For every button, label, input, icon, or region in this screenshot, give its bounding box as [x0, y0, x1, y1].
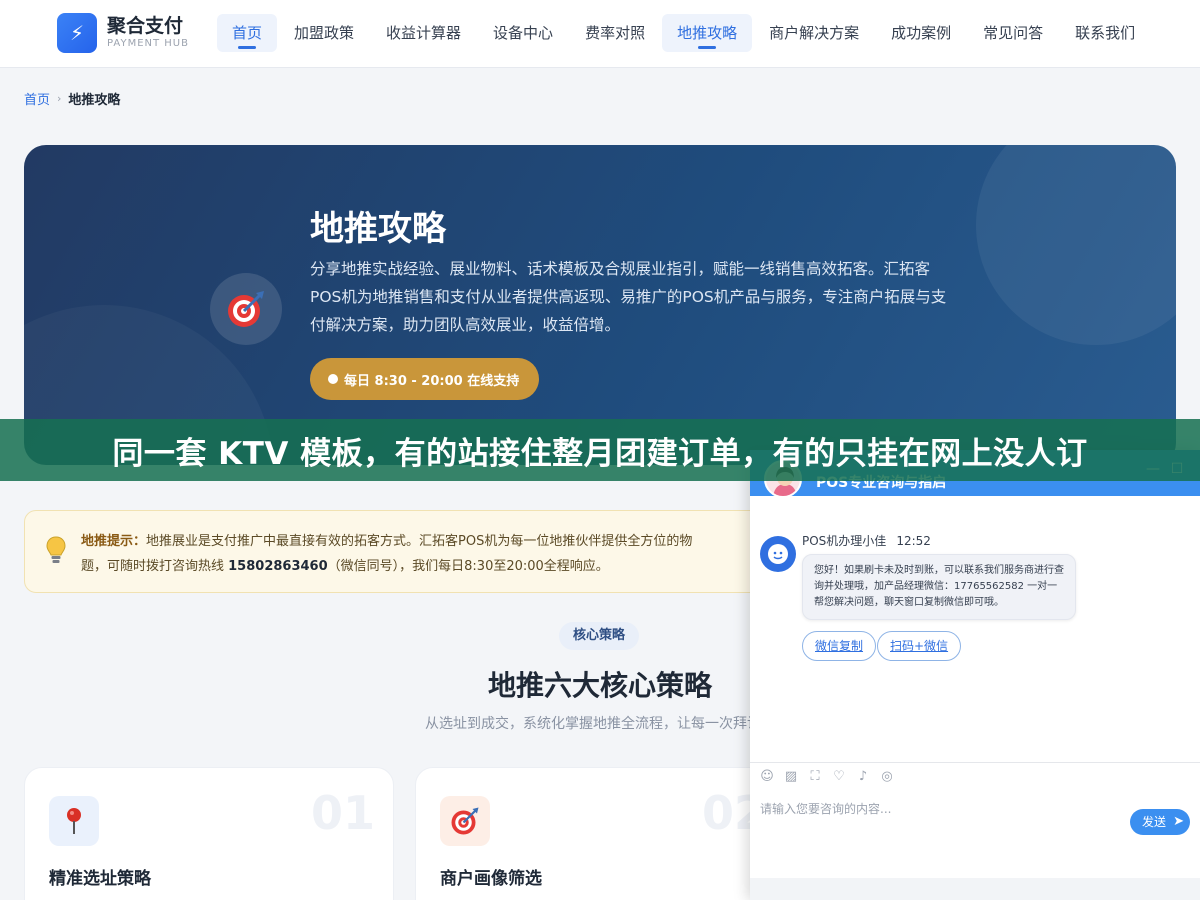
- agent-name: POS机办理小佳: [802, 534, 887, 548]
- chat-divider: [750, 762, 1200, 763]
- strategy-card[interactable]: 02 商户画像筛选: [415, 767, 785, 900]
- overlay-banner-text: 同一套 KTV 模板，有的站接住整月团建订单，有的只挂在网上没人订: [112, 435, 1088, 472]
- tip-body-line2: 题，可随时拨打咨询热线: [81, 559, 229, 574]
- site-header: ⚡ 聚合支付 PAYMENT HUB 首页 加盟政策 收益计算器 设备中心 费率对照 地推…: [0, 0, 1200, 68]
- hero-banner: 地推攻略 分享地推实战经验、展业物料、话术模板及合规展业指引，赋能一线销售高效拓…: [24, 145, 1176, 465]
- tip-text: 地推提示：地推展业是支付推广中最直接有效的拓客方式。汇拓客POS机为每一位地推伙…: [81, 529, 781, 579]
- chat-toolbar: ☺ ▨ ⛶ ♡ ♪ ◎: [760, 770, 904, 784]
- section-tag: 核心策略: [559, 622, 640, 650]
- send-button[interactable]: 发送 ➤: [1130, 809, 1190, 835]
- nav-item[interactable]: 成功案例: [876, 14, 966, 52]
- logo[interactable]: ⚡ 聚合支付 PAYMENT HUB: [57, 13, 189, 53]
- page-title: 地推攻略: [310, 209, 446, 249]
- send-label: 发送: [1142, 815, 1167, 829]
- copy-wechat-button[interactable]: 微信复制: [802, 631, 877, 661]
- tip-body: 地推展业是支付推广中最直接有效的拓客方式。汇拓客POS机为每一位地推伙伴提供全方…: [146, 534, 693, 549]
- breadcrumb-home[interactable]: 首页: [24, 89, 50, 108]
- agent-avatar-icon: [760, 536, 796, 572]
- scan-wechat-button[interactable]: 扫码+微信: [877, 631, 962, 661]
- support-hours-pill: 每日 8:30 - 20:00 在线支持: [310, 358, 540, 400]
- status-dot-icon: [328, 374, 338, 384]
- breadcrumb-separator: ›: [57, 92, 62, 105]
- pin-icon: [49, 796, 99, 846]
- target-icon: [440, 796, 490, 846]
- image-icon[interactable]: ▨: [784, 770, 798, 784]
- tip-body-end: （微信同号），我们每日8:30至20:00全程响应。: [327, 559, 609, 574]
- card-title: 商户画像筛选: [440, 869, 542, 889]
- tip-label: 地推提示：: [81, 534, 147, 549]
- nav-item[interactable]: 常见问答: [968, 14, 1058, 52]
- nav-item[interactable]: 联系我们: [1060, 14, 1150, 52]
- sound-icon[interactable]: ♪: [856, 770, 870, 784]
- support-hours-text: 每日 8:30 - 20:00 在线支持: [344, 373, 520, 389]
- message-time: 12:52: [896, 534, 931, 548]
- agent-meta: POS机办理小佳 12:52: [802, 532, 931, 549]
- chat-widget: POS专业咨询与指启 — ☐ POS机办理小佳12:52 您好！如果刷卡未及时到…: [750, 450, 1200, 900]
- chat-message-bubble: 您好！如果刷卡未及时到账，可以联系我们服务商进行查询并处理哦，加产品经理微信：1…: [802, 554, 1076, 620]
- logo-name: 聚合支付: [107, 15, 184, 37]
- nav-item[interactable]: 加盟政策: [279, 14, 369, 52]
- wechat-icon[interactable]: ◎: [880, 770, 894, 784]
- strategy-card[interactable]: 01 精准选址策略: [24, 767, 394, 900]
- send-arrow-icon: ➤: [1173, 814, 1184, 829]
- lightning-icon: ⚡: [57, 13, 97, 53]
- nav-item[interactable]: 设备中心: [478, 14, 568, 52]
- chat-input[interactable]: 请输入您要咨询的内容...: [760, 800, 891, 817]
- lightbulb-icon: [46, 535, 66, 569]
- target-icon: [210, 273, 282, 345]
- rate-icon[interactable]: ♡: [832, 770, 846, 784]
- hero-decor-circle: [976, 145, 1176, 345]
- breadcrumb: 首页 › 地推攻略: [24, 89, 120, 108]
- nav-item[interactable]: 收益计算器: [371, 14, 476, 52]
- screenshot-icon[interactable]: ⛶: [808, 770, 822, 784]
- nav-item[interactable]: 首页: [217, 14, 278, 52]
- logo-subtitle: PAYMENT HUB: [107, 38, 189, 49]
- main-nav: 首页 加盟政策 收益计算器 设备中心 费率对照 地推攻略 商户解决方案 成功案例 常见问答 联系我…: [217, 14, 1152, 52]
- nav-item[interactable]: 商户解决方案: [754, 14, 874, 52]
- card-number: 01: [310, 786, 375, 840]
- hotline-phone[interactable]: 15802863460: [228, 559, 328, 574]
- hero-description: 分享地推实战经验、展业物料、话术模板及合规展业指引，赋能一线销售高效拓客。汇拓客…: [310, 260, 947, 334]
- emoji-icon[interactable]: ☺: [760, 770, 774, 784]
- chat-footer: [750, 878, 1200, 900]
- nav-item[interactable]: 地推攻略: [662, 14, 753, 52]
- card-title: 精准选址策略: [49, 869, 151, 889]
- overlay-banner: 同一套 KTV 模板，有的站接住整月团建订单，有的只挂在网上没人订: [0, 419, 1200, 481]
- nav-item[interactable]: 费率对照: [570, 14, 660, 52]
- breadcrumb-current: 地推攻略: [68, 93, 121, 108]
